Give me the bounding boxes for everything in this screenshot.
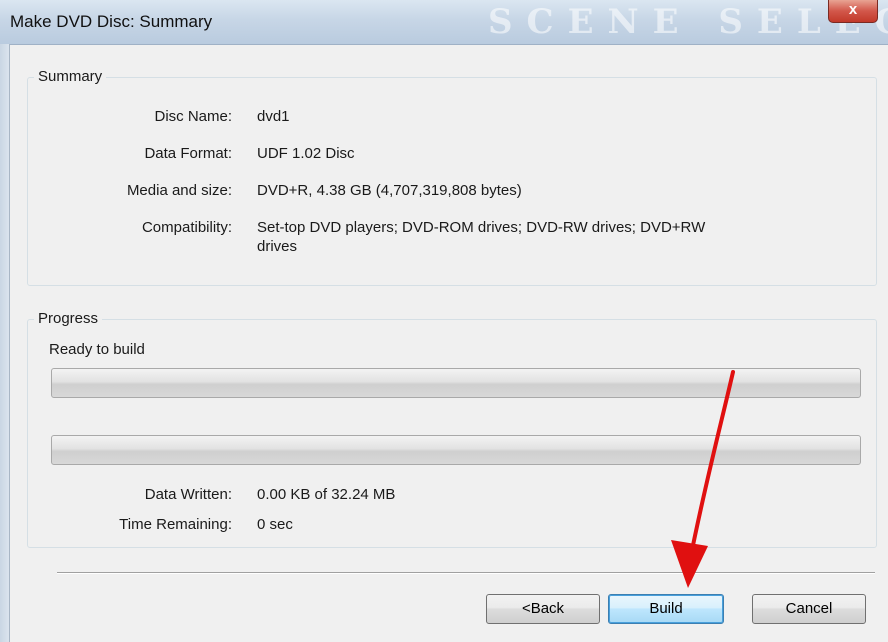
media-size-label: Media and size: — [126, 182, 232, 199]
media-size-value: DVD+R, 4.38 GB (4,707,319,808 bytes) — [257, 182, 522, 199]
disc-name-value: dvd1 — [257, 108, 290, 125]
progress-status: Ready to build — [49, 341, 145, 358]
close-icon: x — [848, 1, 858, 18]
compatibility-value-line1: Set-top DVD players; DVD-ROM drives; DVD… — [257, 219, 706, 236]
window-title: Make DVD Disc: Summary — [10, 12, 213, 31]
track-progress-bar — [51, 368, 861, 398]
summary-legend: Summary — [34, 68, 107, 85]
total-progress-bar — [51, 435, 861, 465]
button-separator — [57, 572, 875, 574]
cancel-button[interactable]: Cancel — [752, 594, 866, 624]
progress-legend: Progress — [34, 310, 103, 327]
title-bar[interactable]: SCENE SELEC Make DVD Disc: Summary x — [0, 0, 888, 45]
back-button[interactable]: <Back — [486, 594, 600, 624]
data-format-label: Data Format: — [144, 145, 232, 162]
time-remaining-label: Time Remaining: — [119, 516, 232, 533]
compatibility-value-line2: drives — [257, 238, 298, 255]
time-remaining-value: 0 sec — [257, 516, 293, 533]
close-button[interactable]: x — [828, 0, 878, 23]
data-format-value: UDF 1.02 Disc — [257, 145, 355, 162]
window-left-border — [0, 44, 10, 642]
build-button[interactable]: Build — [608, 594, 724, 624]
disc-name-label: Disc Name: — [154, 108, 232, 125]
make-dvd-disc-dialog: SCENE SELEC Make DVD Disc: Summary x Sum… — [0, 0, 888, 642]
compatibility-label: Compatibility: — [141, 219, 232, 236]
data-written-value: 0.00 KB of 32.24 MB — [257, 486, 396, 503]
progress-group — [27, 319, 877, 548]
data-written-label: Data Written: — [144, 486, 232, 503]
